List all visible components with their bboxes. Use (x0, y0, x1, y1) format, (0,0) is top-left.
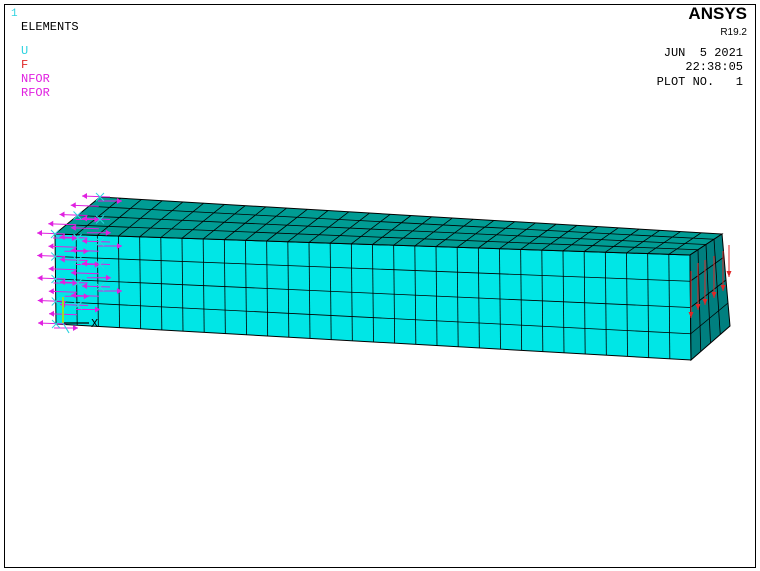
ansys-logo: ANSYS (688, 4, 747, 23)
reaction-arrow-6-head (82, 193, 87, 199)
plot-date: JUN 5 2021 (663, 46, 743, 60)
reaction-arrow-3-head (59, 211, 65, 218)
plot-type-label: ELEMENTS (21, 20, 79, 34)
legend-item-rfor: RFOR (21, 86, 50, 100)
reaction-arrow-23-head (37, 297, 43, 304)
reaction-arrow-0-head (37, 230, 42, 236)
force-arrow-5-head (726, 271, 732, 277)
reaction-arrow-9-head (48, 243, 54, 250)
graphics-window[interactable]: X 1 ELEMENTS U F NFOR RFOR ANSYS R19.2 J… (4, 4, 756, 568)
nodal-force-arrow-31-head (73, 325, 78, 331)
reaction-arrow-30-head (38, 320, 43, 326)
window-number: 1 (11, 8, 18, 20)
beam-end-face (689, 233, 731, 362)
legend-item-f: F (21, 58, 29, 72)
reaction-arrow-24-head (48, 288, 54, 295)
reaction-arrow-8-head (37, 252, 43, 259)
release-version: R19.2 (720, 27, 747, 38)
reaction-arrow-5-head (70, 202, 76, 209)
plot-time: 22:38:05 (685, 60, 743, 74)
reaction-arrow-15-head (37, 275, 43, 281)
reaction-arrow-2-head (48, 220, 54, 227)
plot-number: PLOT NO. 1 (656, 75, 743, 89)
reaction-arrow-17-head (48, 265, 54, 272)
legend-item-nfor: NFOR (21, 72, 50, 86)
beam-mesh-plot[interactable]: X (5, 5, 755, 567)
legend-item-u: U (21, 44, 29, 58)
reaction-arrow-32-head (49, 310, 54, 317)
triad-x-label: X (91, 317, 98, 331)
